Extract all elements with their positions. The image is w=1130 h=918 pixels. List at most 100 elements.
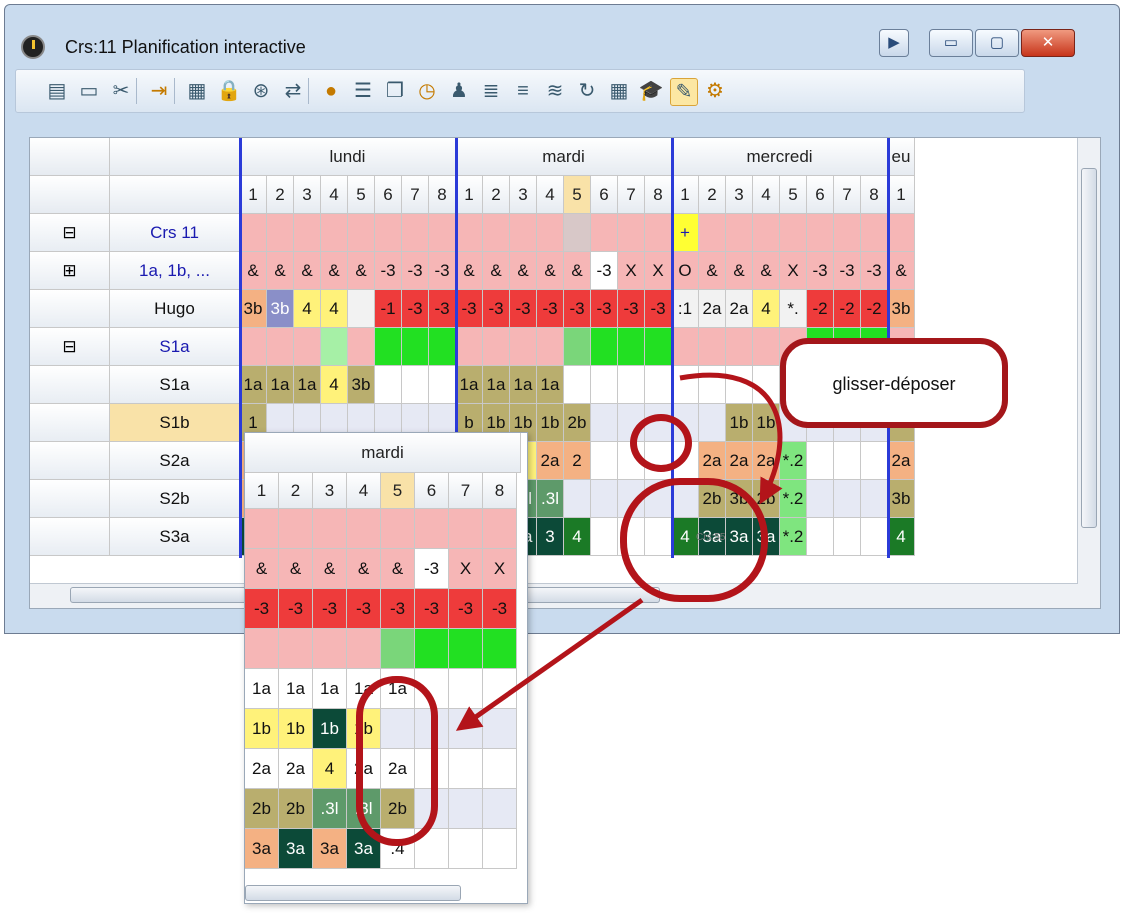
schedule-cell[interactable]: 2a [888,442,915,480]
schedule-cell[interactable]: -3 [537,290,564,328]
schedule-cell[interactable] [672,328,699,366]
schedule-cell[interactable]: 3a [699,518,726,556]
schedule-cell[interactable] [402,328,429,366]
schedule-cell[interactable] [483,629,517,669]
horizontal-scrollbar[interactable] [245,885,461,901]
schedule-cell[interactable]: 3b [888,290,915,328]
schedule-cell[interactable] [381,709,415,749]
schedule-cell[interactable]: -3 [279,589,313,629]
period-header[interactable]: 1 [672,176,699,214]
schedule-cell[interactable]: -3 [861,252,888,290]
schedule-cell[interactable]: & [699,252,726,290]
schedule-cell[interactable] [449,709,483,749]
schedule-cell[interactable]: 3b [726,480,753,518]
period-header[interactable]: 1 [240,176,267,214]
schedule-cell[interactable]: & [313,549,347,589]
schedule-cell[interactable] [618,328,645,366]
schedule-cell[interactable]: *. [780,290,807,328]
schedule-cell[interactable] [807,518,834,556]
merge-icon[interactable]: ≣ [478,78,504,104]
pin-icon[interactable]: ● [318,78,344,104]
split-icon[interactable]: ≡ [510,78,536,104]
schedule-cell[interactable]: -3 [510,290,537,328]
period-header[interactable]: 1 [888,176,915,214]
schedule-cell[interactable]: -3 [456,290,483,328]
schedule-cell[interactable]: 2b [564,404,591,442]
exit-icon[interactable]: ⇥ [146,78,172,104]
schedule-cell[interactable]: 4 [753,290,780,328]
schedule-cell[interactable]: -3 [313,589,347,629]
period-header[interactable]: 4 [321,176,348,214]
schedule-cell[interactable]: & [564,252,591,290]
schedule-cell[interactable] [591,404,618,442]
schedule-cell[interactable]: 1b [753,404,780,442]
period-header[interactable]: 3 [313,473,347,509]
schedule-cell[interactable]: & [267,252,294,290]
minimize-button[interactable]: ▭ [929,29,973,57]
schedule-cell[interactable]: 2b [279,789,313,829]
schedule-cell[interactable] [245,629,279,669]
tree-toggle[interactable]: ⊟ [30,214,110,252]
schedule-cell[interactable] [861,480,888,518]
schedule-cell[interactable]: 3 [537,518,564,556]
schedule-cell[interactable]: 3a [313,829,347,869]
row-label[interactable]: S2b [110,480,240,518]
schedule-cell[interactable] [618,214,645,252]
schedule-cell[interactable]: 3a [726,518,753,556]
schedule-cell[interactable]: -3 [415,589,449,629]
schedule-cell[interactable] [591,214,618,252]
schedule-cell[interactable] [645,480,672,518]
schedule-cell[interactable]: & [240,252,267,290]
schedule-cell[interactable] [402,366,429,404]
schedule-cell[interactable]: -3 [449,589,483,629]
schedule-cell[interactable]: 2a [699,442,726,480]
schedule-cell[interactable] [645,366,672,404]
period-header[interactable]: 8 [645,176,672,214]
period-header[interactable]: 2 [483,176,510,214]
schedule-cell[interactable]: 2b [699,480,726,518]
schedule-cell[interactable]: 4 [313,749,347,789]
row-label[interactable]: S2a [110,442,240,480]
schedule-cell[interactable] [348,290,375,328]
period-header[interactable]: 5 [564,176,591,214]
schedule-cell[interactable] [294,214,321,252]
schedule-cell[interactable] [726,214,753,252]
schedule-cell[interactable] [591,328,618,366]
schedule-cell[interactable] [645,404,672,442]
schedule-cell[interactable] [618,366,645,404]
schedule-cell[interactable]: 3b [240,290,267,328]
schedule-cell[interactable] [618,480,645,518]
schedule-cell[interactable]: 1a [456,366,483,404]
schedule-cell[interactable]: 3a [245,829,279,869]
schedule-cell[interactable]: 3b [267,290,294,328]
row-label[interactable]: Hugo [110,290,240,328]
row-label[interactable]: S1a [110,328,240,366]
schedule-cell[interactable] [449,749,483,789]
schedule-cell[interactable]: & [537,252,564,290]
schedule-cell[interactable]: 2a [753,442,780,480]
tree-toggle[interactable]: ⊞ [30,252,110,290]
day-header[interactable]: mardi [456,138,672,176]
schedule-cell[interactable] [753,214,780,252]
schedule-cell[interactable] [267,214,294,252]
schedule-cell[interactable] [348,328,375,366]
day-header[interactable]: mardi [245,433,521,473]
schedule-cell[interactable] [861,214,888,252]
scissors-icon[interactable]: ✂ [108,78,134,104]
period-header[interactable]: 8 [861,176,888,214]
schedule-cell[interactable]: 4 [672,518,699,556]
schedule-cell[interactable]: 2b [381,789,415,829]
schedule-cell[interactable] [618,404,645,442]
period-header[interactable]: 2 [267,176,294,214]
schedule-cell[interactable]: 1a [347,669,381,709]
period-header[interactable]: 5 [780,176,807,214]
schedule-cell[interactable] [672,480,699,518]
schedule-cell[interactable] [347,629,381,669]
pencil-icon[interactable]: ✎ [670,78,698,106]
schedule-cell[interactable] [537,328,564,366]
schedule-cell[interactable]: -3 [415,549,449,589]
schedule-cell[interactable]: -3 [483,589,517,629]
schedule-cell[interactable]: -3 [381,589,415,629]
schedule-cell[interactable] [483,789,517,829]
schedule-cell[interactable] [672,404,699,442]
